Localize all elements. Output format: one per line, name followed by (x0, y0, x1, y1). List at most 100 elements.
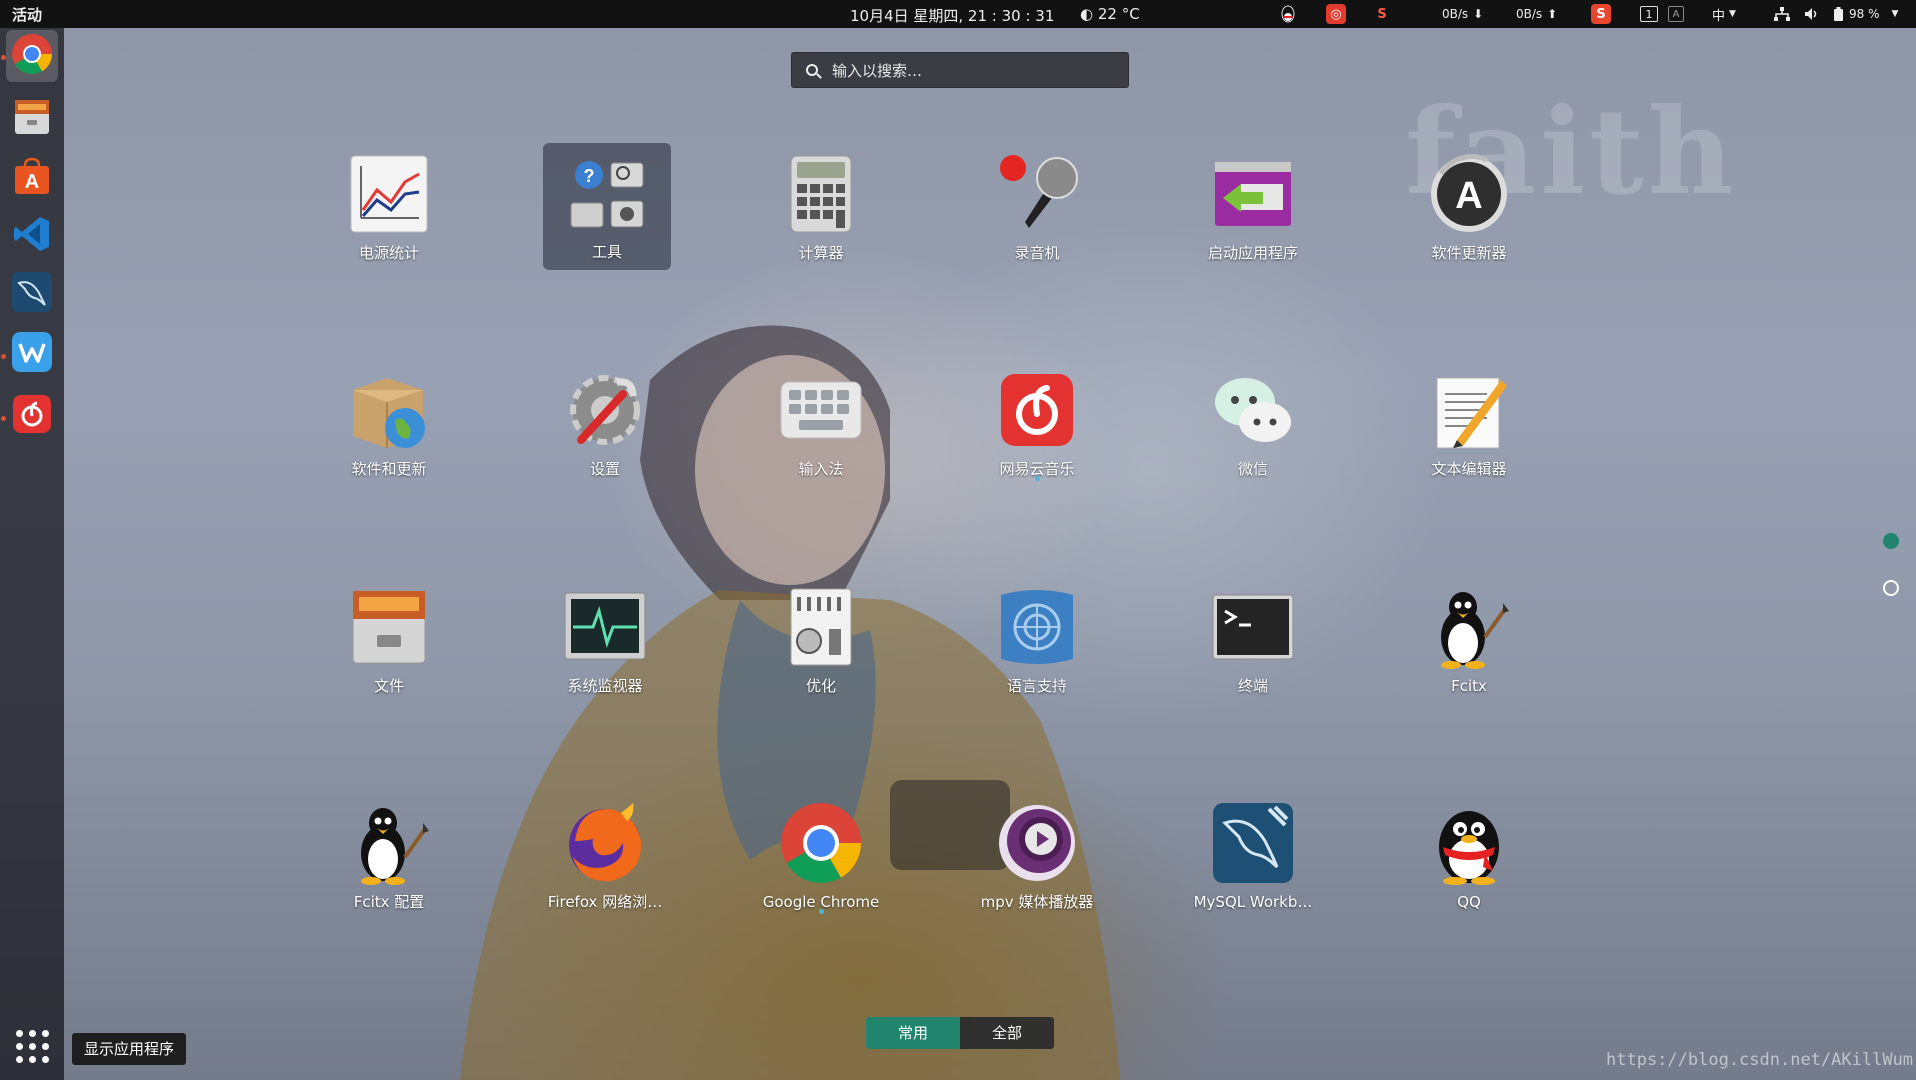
shopping-bag-icon: A (12, 156, 52, 200)
app-qq[interactable]: QQ (1394, 791, 1544, 911)
caps-icon: A (1668, 6, 1684, 22)
dock-item-wps[interactable] (6, 328, 58, 380)
app-tweaks[interactable]: 优化 (746, 575, 896, 695)
app-label: 工具 (591, 243, 622, 261)
wps-icon (11, 331, 53, 377)
net-down-speed: 0B/s ⬇ (1442, 4, 1483, 24)
startup-apps-icon (1211, 152, 1295, 236)
app-label: 输入法 (798, 460, 844, 478)
app-label: 微信 (1237, 460, 1268, 478)
netease-tray-icon[interactable]: ◎ (1326, 4, 1346, 24)
app-wechat[interactable]: 微信 (1178, 358, 1328, 478)
app-folder-tools[interactable]: ? 工具 (543, 143, 671, 270)
app-label: 文本编辑器 (1431, 460, 1507, 478)
penguin-icon (1427, 585, 1511, 669)
calculator-icon (779, 152, 863, 236)
workspace-indicator[interactable]: 1 (1640, 6, 1658, 22)
page-indicator-2[interactable] (1883, 580, 1899, 596)
microphone-icon (995, 152, 1079, 236)
weather-temp: 22 °C (1097, 5, 1140, 23)
dock-item-software-center[interactable]: A (6, 152, 58, 204)
show-applications-button[interactable] (6, 1020, 58, 1072)
clock[interactable]: 10月4日 星期四, 21 : 30 : 31 (850, 5, 1054, 26)
sogou-input-icon[interactable]: S (1591, 4, 1611, 24)
top-bar: 活动 10月4日 星期四, 21 : 30 : 31 ◐ 22 °C ◎ S 0… (0, 0, 1916, 28)
app-text-editor[interactable]: 文本编辑器 (1394, 358, 1544, 478)
sogou-tray-icon[interactable]: S (1372, 4, 1392, 24)
running-indicator (819, 909, 824, 914)
language-icon (995, 585, 1079, 669)
app-language-support[interactable]: 语言支持 (962, 575, 1112, 695)
volume-icon[interactable] (1804, 4, 1820, 24)
search-icon (806, 64, 818, 76)
app-settings[interactable]: 设置 (530, 358, 680, 478)
dock-item-files[interactable] (6, 92, 58, 144)
view-switcher: 常用 全部 (866, 1017, 1054, 1049)
app-label: MySQL Workb… (1193, 893, 1313, 911)
app-software-and-updates[interactable]: 软件和更新 (314, 358, 464, 478)
svg-text:A: A (1455, 175, 1482, 217)
app-mysql-workbench[interactable]: MySQL Workb… (1178, 791, 1328, 911)
app-startup-applications[interactable]: 启动应用程序 (1178, 142, 1328, 262)
app-firefox[interactable]: Firefox 网络浏… (530, 791, 680, 911)
app-netease-music[interactable]: 网易云音乐 (962, 358, 1112, 481)
chevron-down-icon: ▼ (1729, 9, 1736, 19)
app-label: Fcitx (1451, 677, 1487, 695)
dock-running-dot (1, 354, 6, 359)
app-label: 电源统计 (358, 244, 419, 262)
app-sound-recorder[interactable]: 录音机 (962, 142, 1112, 262)
app-terminal[interactable]: 终端 (1178, 575, 1328, 695)
app-label: Fcitx 配置 (353, 893, 425, 911)
source-url-watermark: https://blog.csdn.net/AKillWum (1606, 1050, 1914, 1070)
app-label: 语言支持 (1006, 677, 1067, 695)
text-editor-icon (1427, 368, 1511, 452)
dock-item-mysql-workbench[interactable] (6, 268, 58, 320)
tools-folder-icon: ? (565, 157, 649, 241)
input-method-indicator[interactable]: 中 ▼ (1712, 4, 1736, 24)
dock-item-chrome[interactable] (6, 30, 58, 82)
weather-indicator[interactable]: ◐ 22 °C (1080, 5, 1140, 23)
battery-indicator[interactable]: 98 % ▼ (1834, 4, 1898, 24)
app-software-updater[interactable]: A 软件更新器 (1394, 142, 1544, 262)
app-mpv[interactable]: mpv 媒体播放器 (962, 791, 1112, 911)
app-fcitx-config[interactable]: Fcitx 配置 (314, 791, 464, 911)
app-label: 优化 (805, 677, 836, 695)
wechat-icon (1211, 368, 1295, 452)
file-cabinet-icon (347, 585, 431, 669)
page-indicator-1[interactable] (1883, 533, 1899, 549)
moon-icon: ◐ (1080, 5, 1094, 23)
search-placeholder: 输入以搜索… (832, 61, 923, 80)
arrow-up-icon: ⬆ (1547, 7, 1558, 21)
app-system-monitor[interactable]: 系统监视器 (530, 575, 680, 695)
svg-text:?: ? (584, 166, 595, 186)
app-calculator[interactable]: 计算器 (746, 142, 896, 262)
dolphin-icon (11, 271, 53, 317)
app-input-method[interactable]: 输入法 (746, 358, 896, 478)
qq-tray-icon[interactable] (1278, 4, 1298, 24)
show-applications-tooltip: 显示应用程序 (72, 1033, 187, 1065)
search-entry[interactable]: 输入以搜索… (791, 52, 1129, 88)
app-power-statistics[interactable]: 电源统计 (314, 142, 464, 262)
app-label: 设置 (589, 460, 620, 478)
app-google-chrome[interactable]: Google Chrome (746, 791, 896, 914)
network-icon[interactable] (1774, 4, 1790, 24)
app-label: 软件和更新 (351, 460, 427, 478)
dock: A (0, 28, 64, 1080)
app-files[interactable]: 文件 (314, 575, 464, 695)
activities-button[interactable]: 活动 (12, 4, 42, 25)
tab-all[interactable]: 全部 (960, 1017, 1054, 1049)
penguin-config-icon (347, 801, 431, 885)
tab-frequent[interactable]: 常用 (866, 1017, 960, 1049)
app-label: 启动应用程序 (1207, 244, 1298, 262)
net-up-speed: 0B/s ⬆ (1516, 4, 1557, 24)
system-monitor-icon (563, 585, 647, 669)
app-fcitx[interactable]: Fcitx (1394, 575, 1544, 695)
battery-percent: 98 % (1849, 7, 1880, 21)
app-label: 录音机 (1014, 244, 1060, 262)
dock-item-netease-music[interactable] (6, 390, 58, 442)
app-label: Firefox 网络浏… (547, 893, 663, 911)
terminal-icon (1211, 585, 1295, 669)
qq-icon (1427, 801, 1511, 885)
dock-item-vscode[interactable] (6, 210, 58, 262)
system-menu-chevron-icon[interactable]: ▼ (1892, 9, 1899, 19)
